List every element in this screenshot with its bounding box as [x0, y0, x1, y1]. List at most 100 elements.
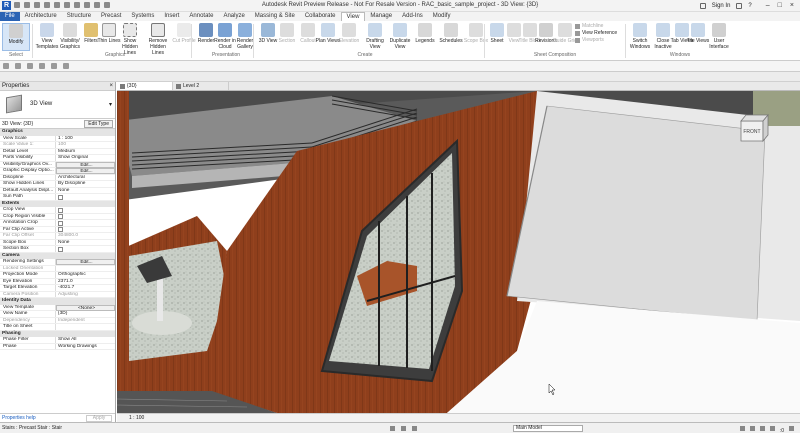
- schedule-icon: [444, 23, 458, 37]
- status-bar: Stairs : Precast Stair : Stair Main Mode…: [0, 422, 800, 433]
- matchline-button[interactable]: Matchline: [575, 23, 617, 30]
- property-value[interactable]: [56, 324, 115, 330]
- select-underlay-icon[interactable]: [15, 63, 21, 69]
- user-interface-button[interactable]: User Interface: [705, 23, 733, 51]
- schedules-button[interactable]: Schedules: [437, 23, 465, 51]
- ribbon-tab-manage[interactable]: Manage: [365, 12, 397, 21]
- ribbon-tab-add-ins[interactable]: Add-Ins: [397, 12, 428, 21]
- cart-icon[interactable]: [736, 2, 743, 9]
- user-icon[interactable]: [699, 2, 706, 9]
- viewcube[interactable]: FRONT: [736, 111, 770, 151]
- viewcube-label: FRONT: [743, 129, 760, 135]
- property-value[interactable]: Medium: [56, 149, 115, 155]
- elevation-button[interactable]: Elevation: [335, 23, 363, 51]
- property-checkbox[interactable]: [56, 246, 115, 252]
- property-name: View Template: [0, 304, 56, 310]
- checkbox-icon[interactable]: [58, 220, 63, 226]
- close-icon[interactable]: ×: [109, 82, 113, 91]
- property-value[interactable]: Show All: [56, 337, 115, 343]
- properties-help-link[interactable]: Properties help: [0, 415, 36, 421]
- maximize-icon[interactable]: □: [778, 2, 782, 9]
- property-value[interactable]: Architectural: [56, 175, 115, 181]
- drafting-view-button[interactable]: Drafting View: [361, 23, 389, 51]
- property-value[interactable]: 1 : 100: [56, 136, 115, 142]
- property-value[interactable]: By Discipline: [56, 181, 115, 187]
- checkbox-icon[interactable]: [58, 246, 63, 252]
- property-checkbox[interactable]: [56, 227, 115, 232]
- property-value[interactable]: Orthographic: [56, 272, 115, 278]
- property-value[interactable]: {3D}: [56, 311, 115, 317]
- checkbox-icon[interactable]: [58, 207, 63, 213]
- select-by-face-icon[interactable]: [39, 63, 45, 69]
- viewports-button[interactable]: Viewports: [575, 37, 617, 44]
- viewports-icon: [575, 38, 580, 43]
- property-button[interactable]: Edit...: [56, 168, 115, 174]
- show-hidden-lines-button[interactable]: Show Hidden Lines: [116, 23, 144, 56]
- select-links-icon[interactable]: [3, 63, 9, 69]
- apply-button[interactable]: Apply: [86, 415, 112, 422]
- ribbon-tab-collaborate[interactable]: Collaborate: [300, 12, 341, 21]
- select-links-icon[interactable]: [739, 426, 745, 431]
- remove-hidden-lines-button[interactable]: Remove Hidden Lines: [144, 23, 172, 56]
- property-checkbox[interactable]: [56, 207, 115, 213]
- property-button[interactable]: Edit...: [56, 259, 115, 265]
- select-faces-icon[interactable]: [769, 426, 775, 431]
- sign-in-link[interactable]: Sign In: [712, 3, 731, 9]
- property-button[interactable]: <None>: [56, 304, 115, 311]
- ribbon-tab-annotate[interactable]: Annotate: [184, 12, 218, 21]
- property-value[interactable]: None: [56, 240, 115, 246]
- select-pinned-icon[interactable]: [759, 426, 765, 431]
- ribbon-tab-file[interactable]: File: [0, 12, 20, 21]
- ribbon-tab-insert[interactable]: Insert: [159, 12, 184, 21]
- modify-button[interactable]: Modify: [2, 23, 30, 51]
- filter-icon[interactable]: [789, 426, 794, 431]
- view-tab[interactable]: Level 2: [173, 82, 229, 90]
- help-icon[interactable]: ?: [748, 3, 751, 9]
- select-pinned-icon[interactable]: [27, 63, 33, 69]
- property-value[interactable]: Show Original: [56, 155, 115, 161]
- select-underlay-icon[interactable]: [749, 426, 755, 431]
- chevron-down-icon[interactable]: ▾: [109, 101, 112, 108]
- minimize-icon[interactable]: –: [766, 2, 770, 9]
- worksets-icon[interactable]: [390, 426, 395, 431]
- view-reference-button[interactable]: View Reference: [575, 30, 617, 37]
- legends-button[interactable]: Legends: [411, 23, 439, 51]
- property-name: Dependency: [0, 317, 56, 323]
- editable-only-icon[interactable]: [412, 426, 417, 431]
- property-name: Phase: [0, 343, 56, 349]
- active-model-select[interactable]: Main Model: [513, 425, 583, 432]
- window-title: Autodesk Revit Preview Release - Not For…: [261, 2, 539, 8]
- ribbon-tab-systems[interactable]: Systems: [126, 12, 159, 21]
- ribbon-tab-structure[interactable]: Structure: [62, 12, 96, 21]
- ribbon-tab-modify[interactable]: Modify: [428, 12, 456, 21]
- ribbon-tab-architecture[interactable]: Architecture: [20, 12, 62, 21]
- property-value[interactable]: Working Drawings: [56, 344, 115, 350]
- checkbox-icon[interactable]: [58, 194, 63, 200]
- design-options-icon[interactable]: [401, 426, 406, 431]
- duplicate-view-button[interactable]: Duplicate View: [386, 23, 414, 51]
- drag-elements-icon[interactable]: [51, 63, 57, 69]
- close-icon[interactable]: ×: [790, 2, 794, 9]
- property-checkbox[interactable]: [56, 220, 115, 226]
- property-checkbox[interactable]: [56, 214, 115, 219]
- property-value[interactable]: -4021.7: [56, 285, 115, 291]
- ribbon-tab-precast[interactable]: Precast: [96, 12, 126, 21]
- property-checkbox[interactable]: [56, 194, 115, 200]
- 3d-viewport[interactable]: FRONT: [117, 91, 800, 413]
- callout-icon: [301, 23, 315, 37]
- view-tabs: {3D} Level 2: [117, 82, 800, 91]
- filter-selection-icon[interactable]: [63, 63, 69, 69]
- type-selector[interactable]: 3D View ▾: [0, 91, 115, 119]
- ribbon-tab-massing-site[interactable]: Massing & Site: [250, 12, 300, 21]
- checkbox-icon[interactable]: [58, 227, 63, 232]
- property-button[interactable]: Edit...: [56, 161, 115, 168]
- checkbox-icon[interactable]: [58, 214, 63, 219]
- property-value[interactable]: 2371.0: [56, 279, 115, 285]
- property-value[interactable]: None: [56, 188, 115, 194]
- instance-filter[interactable]: 3D View: {3D} Edit Type: [0, 119, 115, 129]
- property-name: Title on Sheet: [0, 324, 56, 330]
- view-tab[interactable]: {3D}: [117, 82, 173, 90]
- ribbon-tab-analyze[interactable]: Analyze: [218, 12, 249, 21]
- edit-type-button[interactable]: Edit Type: [84, 120, 113, 128]
- ribbon-tab-view[interactable]: View: [340, 12, 366, 21]
